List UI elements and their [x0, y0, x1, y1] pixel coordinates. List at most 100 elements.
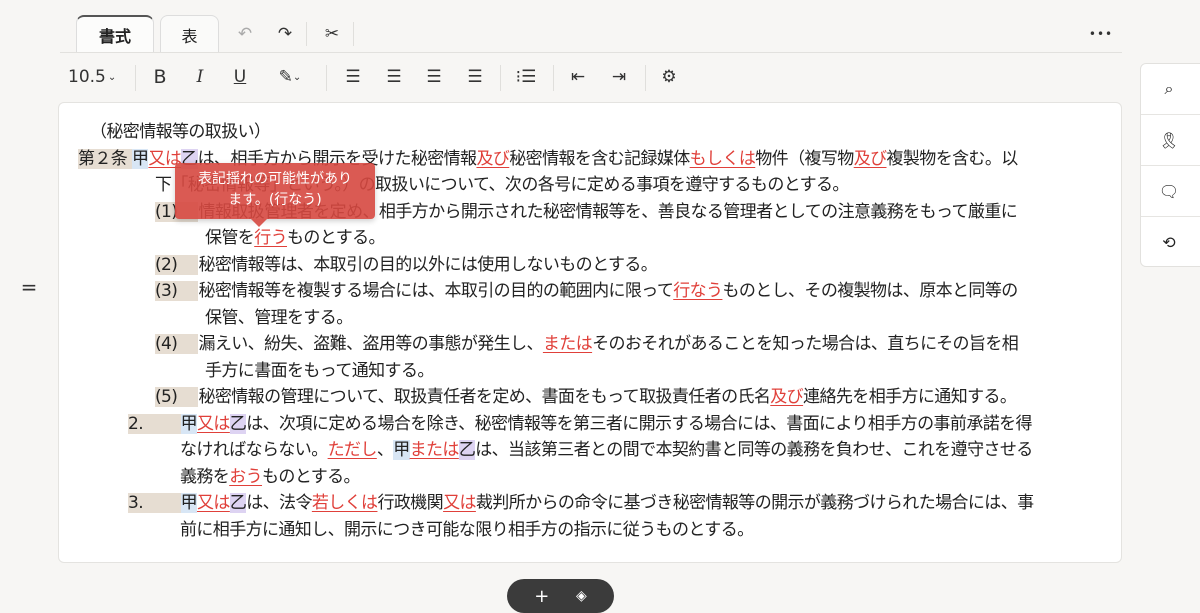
text-run: 秘密情報を含む記録媒体	[509, 148, 690, 169]
numbering: (5)	[155, 387, 199, 407]
text-run: は、法令	[246, 493, 312, 513]
numbering: 3.	[128, 493, 181, 513]
document-line: なければならない。ただし、甲または乙は、当該第三者との間で本契約書と同等の義務を…	[180, 439, 1033, 461]
party-a-mark: 甲	[132, 148, 149, 169]
comment-icon: 🗨︎	[1158, 181, 1180, 201]
history-icon: ⟲	[1162, 233, 1176, 252]
text-run: なければならない。	[180, 440, 328, 460]
text-run: そのおそれがあることを知った場合は、直ちにその旨を相	[592, 334, 1019, 354]
underline-icon[interactable]: U	[228, 65, 252, 89]
award-button[interactable]: 🎗︎	[1141, 115, 1200, 166]
highlight-icon[interactable]: ✎ ⌄	[268, 65, 312, 89]
text-run: ものとする。	[262, 466, 360, 487]
party-b-mark: 乙	[229, 413, 247, 434]
settings-icon[interactable]: ⚙	[657, 65, 681, 89]
text-run: 、	[376, 440, 394, 460]
numbering: (3)	[155, 281, 199, 301]
numbering: 2.	[128, 413, 181, 434]
variant-highlight[interactable]: 若しくは	[312, 493, 378, 513]
right-panel: ⌕ 🎗︎ 🗨︎ ⟲	[1140, 63, 1200, 267]
variant-highlight[interactable]: または	[410, 440, 460, 460]
text-run: （秘密情報等の取扱い）	[90, 122, 271, 142]
history-button[interactable]: ⟲	[1141, 217, 1200, 268]
text-run: 義務を	[180, 466, 230, 487]
numbering: 第２条	[78, 148, 133, 169]
party-b-mark: 乙	[229, 493, 247, 513]
align-justify-icon[interactable]: ☰	[463, 65, 487, 89]
variant-highlight[interactable]: ただし	[328, 440, 378, 460]
text-run: ものとする。	[287, 228, 385, 248]
text-run: 複製物を含む。以	[886, 148, 1019, 169]
variant-highlight[interactable]: 及び	[476, 149, 509, 169]
outdent-icon[interactable]: ⇤	[566, 65, 590, 89]
text-run: 秘密情報等は、本取引の目的以外には使用しないものとする。	[198, 254, 658, 275]
search-icon: ⌕	[1164, 79, 1174, 98]
undo-icon[interactable]: ↶	[233, 22, 257, 46]
text-run: 手方に書面をもって通知する。	[205, 360, 434, 381]
chevron-down-icon: ⌄	[107, 71, 117, 83]
variant-highlight[interactable]: もしくは	[690, 149, 756, 169]
document-line: 3. 甲又は乙は、法令若しくは行政機関又は裁判所からの命令に基づき秘密情報等の開…	[128, 492, 1034, 514]
drag-handle-icon[interactable]: =	[18, 275, 40, 299]
text-run: は、次項に定める場合を除き、秘密情報等を第三者に開示する場合には、書面により相手…	[246, 413, 1032, 434]
variant-highlight[interactable]: 行なう	[673, 281, 723, 301]
document-line: 手方に書面をもって通知する。	[205, 360, 434, 382]
text-run: ものとし、その複製物は、原本と同等の	[722, 281, 1018, 301]
numbering: (2)	[155, 254, 199, 275]
bottom-toolbar: + ◈	[507, 579, 614, 613]
italic-icon[interactable]: I	[188, 65, 212, 89]
numbering: (4)	[155, 334, 199, 354]
variant-highlight[interactable]: 及び	[854, 149, 887, 169]
align-center-icon[interactable]: ☰	[382, 65, 406, 89]
variant-highlight[interactable]: 又は	[197, 493, 230, 513]
text-run: 裁判所からの命令に基づき秘密情報等の開示が義務づけられた場合には、事	[475, 493, 1034, 513]
document-line: 保管を行うものとする。	[205, 227, 386, 249]
tab-format[interactable]: 書式	[76, 15, 154, 53]
redo-icon[interactable]: ↷	[273, 22, 297, 46]
party-b-mark: 乙	[458, 440, 476, 460]
bold-icon[interactable]: B	[148, 65, 172, 89]
text-run: 保管を	[205, 228, 255, 248]
variant-highlight[interactable]: 又は	[443, 493, 476, 513]
more-icon[interactable]: •••	[1086, 22, 1116, 46]
text-run: 前に相手方に通知し、開示につき可能な限り相手方の指示に従うものとする。	[180, 519, 754, 540]
document-line: 保管、管理をする。	[205, 307, 353, 329]
document-line: （秘密情報等の取扱い）	[90, 121, 271, 143]
document-line: (2) 秘密情報等は、本取引の目的以外には使用しないものとする。	[155, 254, 658, 276]
party-a-mark: 甲	[180, 413, 198, 434]
scissors-icon[interactable]: ✂	[320, 22, 344, 46]
document-line: (3) 秘密情報等を複製する場合には、本取引の目的の範囲内に限って行なうものとし…	[155, 280, 1018, 302]
align-right-icon[interactable]: ☰	[422, 65, 446, 89]
party-a-mark: 甲	[393, 440, 410, 460]
comment-button[interactable]: 🗨︎	[1141, 166, 1200, 217]
variant-highlight[interactable]: または	[543, 334, 593, 354]
document-line: 義務をおうものとする。	[180, 466, 361, 488]
list-icon[interactable]: ⁝☰	[514, 65, 538, 89]
text-run: は、当該第三者との間で本契約書と同等の義務を負わせ、これを遵守させる	[475, 440, 1033, 460]
tab-table[interactable]: 表	[160, 15, 219, 53]
text-run: 秘密情報の管理について、取扱責任者を定め、書面をもって取扱責任者の氏名	[198, 387, 771, 407]
search-button[interactable]: ⌕	[1141, 64, 1200, 115]
text-run: 保管、管理をする。	[205, 307, 353, 328]
variant-tooltip: 表記揺れの可能性があり ます。(行なう)	[175, 163, 375, 227]
text-run: 秘密情報等を複製する場合には、本取引の目的の範囲内に限って	[198, 281, 674, 301]
variant-highlight[interactable]: 及び	[770, 387, 803, 407]
document-line: (4) 漏えい、紛失、盗難、盗用等の事態が発生し、またはそのおそれがあることを知…	[155, 333, 1019, 355]
variant-highlight[interactable]: 又は	[197, 414, 230, 434]
award-icon: 🎗︎	[1158, 130, 1180, 150]
text-run: 連絡先を相手方に通知する。	[803, 387, 1017, 407]
font-size-select[interactable]: 10.5 ⌄	[68, 65, 116, 89]
text-run: 漏えい、紛失、盗難、盗用等の事態が発生し、	[198, 334, 543, 354]
add-icon[interactable]: +	[534, 586, 549, 607]
variant-highlight[interactable]: おう	[229, 467, 262, 487]
layers-icon[interactable]: ◈	[576, 588, 587, 604]
indent-icon[interactable]: ⇥	[607, 65, 631, 89]
align-left-icon[interactable]: ☰	[341, 65, 365, 89]
party-a-mark: 甲	[180, 493, 198, 513]
text-run: 行政機関	[377, 493, 444, 513]
document-line: (5) 秘密情報の管理について、取扱責任者を定め、書面をもって取扱責任者の氏名及…	[155, 386, 1017, 408]
tooltip-line-2: ます。(行なう)	[228, 192, 322, 208]
tooltip-line-1: 表記揺れの可能性があり	[198, 171, 352, 187]
document-line: 前に相手方に通知し、開示につき可能な限り相手方の指示に従うものとする。	[180, 519, 754, 541]
text-run: 物件（複写物	[755, 148, 854, 169]
